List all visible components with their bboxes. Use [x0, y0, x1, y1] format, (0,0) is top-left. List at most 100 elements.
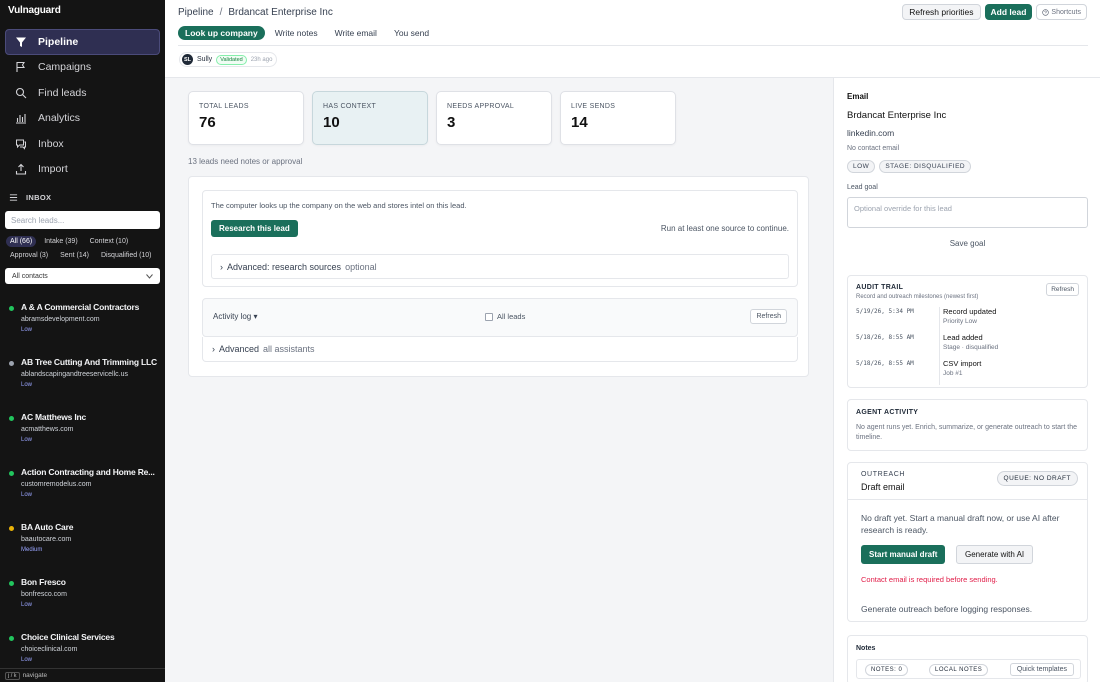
- breadcrumb-root[interactable]: Pipeline: [178, 7, 214, 18]
- lead-domain: choiceclinical.com: [21, 646, 78, 653]
- save-goal-button[interactable]: Save goal: [847, 239, 1088, 248]
- lead-goal-label: Lead goal: [847, 184, 878, 191]
- shortcuts-label: Shortcuts: [1051, 8, 1081, 16]
- start-manual-draft-button[interactable]: Start manual draft: [861, 545, 946, 564]
- tab-write-email[interactable]: Write email: [328, 26, 384, 40]
- audit-refresh-button[interactable]: Refresh: [1046, 283, 1079, 296]
- notes-card: Notes NOTES: 0 LOCAL NOTES Quick templat…: [847, 635, 1088, 682]
- stat-live-sends[interactable]: LIVE SENDS 14: [560, 91, 676, 145]
- filter-icon: [14, 35, 27, 48]
- tab-write-notes[interactable]: Write notes: [268, 26, 325, 40]
- chevron-down-icon: ▾: [253, 312, 258, 321]
- notes-title: Notes: [856, 645, 876, 652]
- breadcrumb: Pipeline / Brdancat Enterprise Inc: [178, 7, 333, 18]
- advanced-assistants[interactable]: › Advanced all assistants: [202, 337, 798, 362]
- lead-list: A & A Commercial Contractors abramsdevelo…: [0, 296, 165, 681]
- lead-goal-field[interactable]: Optional override for this lead: [847, 197, 1088, 228]
- lead-tags: LOW STAGE: DISQUALIFIED: [847, 160, 972, 173]
- lead-domain: customremodelus.com: [21, 481, 92, 488]
- filter-all[interactable]: All (66): [6, 236, 37, 247]
- nav-pipeline[interactable]: Pipeline: [5, 29, 160, 55]
- checkbox[interactable]: [485, 312, 493, 321]
- outreach-title: Draft email: [861, 482, 905, 492]
- filter-sent[interactable]: Sent (14): [56, 250, 93, 261]
- filter-context[interactable]: Context (10): [86, 236, 133, 247]
- status-dot: [9, 636, 14, 641]
- activity-refresh-button[interactable]: Refresh: [750, 309, 787, 324]
- lead-priority: Low: [21, 327, 33, 333]
- lead-name: Choice Clinical Services: [21, 632, 115, 642]
- stat-has-context[interactable]: HAS CONTEXT 10: [312, 91, 428, 145]
- list-item[interactable]: Action Contracting and Home Re... customr…: [0, 461, 165, 516]
- owner-timestamp: 23h ago: [250, 56, 273, 63]
- main-area: Pipeline / Brdancat Enterprise Inc Refresh…: [165, 0, 1100, 682]
- nav-inbox[interactable]: Inbox: [5, 131, 160, 157]
- outreach-card: OUTREACH Draft email QUEUE: NO DRAFT No …: [847, 462, 1088, 622]
- generate-with-ai-button[interactable]: Generate with AI: [956, 545, 1034, 564]
- tab-look-up-company[interactable]: Look up company: [178, 26, 265, 40]
- caret-icon: ›: [212, 344, 215, 354]
- filter-intake[interactable]: Intake (39): [40, 236, 81, 247]
- stage-tag: STAGE: DISQUALIFIED: [879, 160, 972, 173]
- advanced-research-sources[interactable]: › Advanced: research sources optional: [211, 254, 789, 279]
- research-panel: The computer looks up the company on the…: [188, 176, 809, 377]
- nav-analytics[interactable]: Analytics: [5, 106, 160, 132]
- stat-value: 14: [571, 114, 588, 131]
- agent-body: No agent runs yet. Enrich, summarize, or…: [856, 424, 1077, 441]
- event-detail: Priority Low: [943, 318, 977, 325]
- list-item[interactable]: BA Auto Care baautocare.com Medium: [0, 516, 165, 571]
- flag-icon: [14, 61, 27, 74]
- local-notes-badge: LOCAL NOTES: [929, 664, 989, 676]
- search-icon: [14, 86, 27, 99]
- research-card: The computer looks up the company on the…: [202, 190, 798, 287]
- optional-label: optional: [345, 262, 377, 272]
- research-lead-button[interactable]: Research this lead: [211, 220, 298, 237]
- activity-log-title: Activity log: [213, 312, 252, 321]
- tab-you-send[interactable]: You send: [387, 26, 436, 40]
- timeline-line: [939, 359, 940, 385]
- activity-log-toggle[interactable]: Activity log ▾: [213, 312, 257, 321]
- event-title: CSV import: [943, 359, 982, 368]
- stat-needs-approval[interactable]: NEEDS APPROVAL 3: [436, 91, 552, 145]
- search-leads-input[interactable]: [5, 211, 160, 229]
- sidebar: Vulnaguard Pipeline Campaigns Find leads…: [0, 0, 165, 682]
- contacts-select[interactable]: All contacts: [5, 268, 160, 284]
- chevron-down-icon: [146, 273, 153, 279]
- topbar: Pipeline / Brdancat Enterprise Inc Refresh…: [165, 0, 1100, 78]
- breadcrumb-current: Brdancat Enterprise Inc: [228, 7, 333, 18]
- filter-approval[interactable]: Approval (3): [6, 250, 52, 261]
- workflow-tabs: Look up company Write notes Write email …: [178, 26, 439, 40]
- contacts-select-value: All contacts: [12, 272, 48, 280]
- add-lead-button[interactable]: Add lead: [984, 4, 1033, 20]
- audit-event: 5/18/26, 8:55 AM CSV import Job #1: [856, 359, 1081, 385]
- nav-campaigns[interactable]: Campaigns: [5, 55, 160, 81]
- run-source-message: Run at least one source to continue.: [660, 224, 789, 233]
- lead-priority: Low: [21, 657, 33, 663]
- lead-priority: Low: [21, 437, 33, 443]
- owner-pill: SL Sully Validated 23h ago: [179, 52, 278, 67]
- stat-total-leads[interactable]: TOTAL LEADS 76: [188, 91, 304, 145]
- assistants-label: all assistants: [263, 344, 315, 354]
- nav-import[interactable]: Import: [5, 157, 160, 183]
- brand-logo[interactable]: Vulnaguard: [8, 5, 61, 16]
- outreach-message: No draft yet. Start a manual draft now, …: [861, 513, 1060, 535]
- refresh-priorities-button[interactable]: Refresh priorities: [902, 4, 981, 20]
- stat-value: 76: [199, 114, 216, 131]
- chat-icon: [14, 137, 27, 150]
- company-link[interactable]: linkedin.com: [847, 128, 894, 138]
- shortcuts-button[interactable]: Shortcuts: [1036, 4, 1087, 20]
- filter-disqualified[interactable]: Disqualified (10): [97, 250, 156, 261]
- inbox-heading-label: INBOX: [26, 193, 52, 202]
- audit-title: AUDIT TRAIL: [856, 284, 904, 291]
- list-item[interactable]: A & A Commercial Contractors abramsdevelo…: [0, 296, 165, 351]
- all-leads-checkbox[interactable]: All leads: [485, 312, 525, 321]
- nav-label: Find leads: [38, 86, 87, 99]
- list-item[interactable]: Bon Fresco bonfresco.com Low: [0, 571, 165, 626]
- nav-find-leads[interactable]: Find leads: [5, 80, 160, 106]
- agent-activity-card: AGENT ACTIVITY No agent runs yet. Enrich…: [847, 399, 1088, 451]
- lead-domain: bonfresco.com: [21, 591, 67, 598]
- list-item[interactable]: AC Matthews Inc acmatthews.com Low: [0, 406, 165, 461]
- inbox-filters: All (66) Intake (39) Context (10) Approv…: [6, 236, 162, 261]
- list-item[interactable]: AB Tree Cutting And Trimming LLC ablandsc…: [0, 351, 165, 406]
- quick-templates-button[interactable]: Quick templates: [1009, 663, 1074, 676]
